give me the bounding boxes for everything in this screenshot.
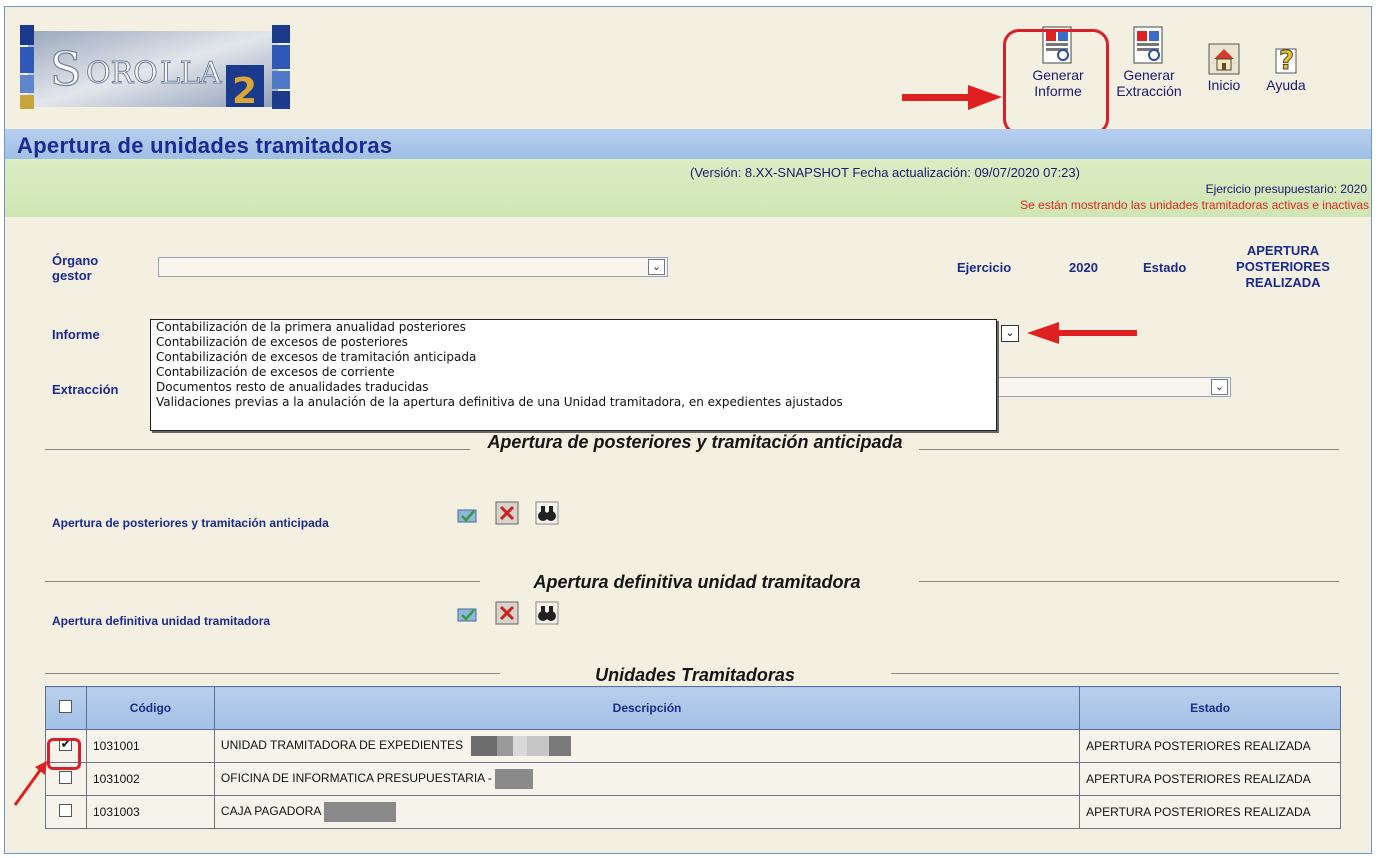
estado-value: APERTURA POSTERIORES REALIZADA xyxy=(1236,243,1330,290)
informe-label: Informe xyxy=(52,327,100,342)
divider xyxy=(919,581,1339,582)
informe-option[interactable]: Contabilización de excesos de tramitació… xyxy=(151,350,996,365)
generar-extraccion-button[interactable]: Generar Extracción xyxy=(1108,25,1190,99)
descripcion-cell: UNIDAD TRAMITADORA DE EXPEDIENTES xyxy=(213,729,1081,763)
codigo-cell: 1031001 xyxy=(85,729,215,763)
select-all-header[interactable] xyxy=(45,686,87,730)
apply-icon[interactable] xyxy=(457,605,479,625)
ejercicio-label: Ejercicio xyxy=(957,260,1012,275)
estado-header[interactable]: Estado xyxy=(1079,686,1341,730)
codigo-cell: 1031003 xyxy=(85,795,215,829)
section-title-posteriores: Apertura de posteriores y tramitación an… xyxy=(487,432,903,452)
binoculars-icon[interactable] xyxy=(535,601,559,625)
ejercicio-value: 2020 xyxy=(1069,260,1098,275)
divider xyxy=(45,449,470,450)
sorolla2-logo: S ORO LLA 2 xyxy=(20,25,292,113)
chevron-down-icon[interactable]: ⌄ xyxy=(1211,379,1228,395)
table-row[interactable]: 1031003 CAJA PAGADORA APERTURA POSTERIOR… xyxy=(45,795,1341,829)
divider xyxy=(45,581,480,582)
informe-option[interactable]: Validaciones previas a la anulación de l… xyxy=(151,395,996,410)
unidades-table: Código Descripción Estado 1031001 UNIDAD… xyxy=(45,686,1341,829)
codigo-header[interactable]: Código xyxy=(85,686,215,730)
informe-chevron-down-icon[interactable]: ⌄ xyxy=(1001,325,1019,342)
help-icon: ? xyxy=(1275,46,1297,75)
definitiva-action-label: Apertura definitiva unidad tramitadora xyxy=(52,614,271,628)
cancel-icon[interactable] xyxy=(495,501,519,525)
arrow-annotation-icon xyxy=(902,85,1002,110)
home-icon xyxy=(1208,43,1240,75)
row-checkbox[interactable] xyxy=(59,804,73,817)
arrow-annotation-icon xyxy=(1027,322,1137,344)
table-row[interactable]: 1031002 OFICINA DE INFORMATICA PRESUPUES… xyxy=(45,762,1341,796)
version-text: (Versión: 8.XX-SNAPSHOT Fecha actualizac… xyxy=(690,165,1080,180)
informe-option[interactable]: Documentos resto de anualidades traducid… xyxy=(151,380,996,395)
extraction-icon xyxy=(1133,26,1163,64)
descripcion-header[interactable]: Descripción xyxy=(213,686,1081,730)
highlight-box xyxy=(1003,29,1109,135)
redacted-block xyxy=(495,769,534,789)
divider xyxy=(919,449,1339,450)
informe-option[interactable]: Contabilización de la primera anualidad … xyxy=(151,320,996,335)
chevron-down-icon[interactable]: ⌄ xyxy=(648,259,665,275)
ayuda-button[interactable]: ? Ayuda xyxy=(1258,41,1314,94)
select-all-checkbox[interactable] xyxy=(59,700,73,713)
descripcion-cell: CAJA PAGADORA xyxy=(213,795,1081,829)
svg-text:LLA: LLA xyxy=(160,56,222,91)
redacted-block xyxy=(470,736,571,756)
estado-cell: APERTURA POSTERIORES REALIZADA xyxy=(1079,729,1341,763)
app-frame: S ORO LLA 2 Generar Informe Generar Extr… xyxy=(4,6,1372,854)
divider xyxy=(45,673,500,674)
ayuda-label: Ayuda xyxy=(1266,77,1306,93)
extraccion-label: Extracción xyxy=(52,382,119,397)
informe-option[interactable]: Contabilización de excesos de corriente xyxy=(151,365,996,380)
divider xyxy=(891,673,1339,674)
checkbox-highlight-box xyxy=(47,738,81,770)
binoculars-icon[interactable] xyxy=(535,501,559,525)
svg-text:?: ? xyxy=(1279,46,1294,75)
inicio-label: Inicio xyxy=(1207,77,1241,93)
organo-gestor-select[interactable]: ⌄ xyxy=(158,257,668,277)
table-row[interactable]: 1031001 UNIDAD TRAMITADORA DE EXPEDIENTE… xyxy=(45,729,1341,763)
estado-cell: APERTURA POSTERIORES REALIZADA xyxy=(1079,795,1341,829)
table-header-row: Código Descripción Estado xyxy=(45,686,1341,730)
estado-label: Estado xyxy=(1143,260,1187,275)
codigo-cell: 1031002 xyxy=(85,762,215,796)
descripcion-text: OFICINA DE INFORMATICA PRESUPUESTARIA - xyxy=(220,771,492,786)
estado-cell: APERTURA POSTERIORES REALIZADA xyxy=(1079,762,1341,796)
descripcion-text: UNIDAD TRAMITADORA DE EXPEDIENTES xyxy=(220,738,464,753)
arrow-annotation-icon xyxy=(13,761,47,806)
posteriores-action-label: Apertura de posteriores y tramitación an… xyxy=(52,516,329,530)
apply-icon[interactable] xyxy=(457,506,479,526)
section-title-definitiva: Apertura definitiva unidad tramitadora xyxy=(533,572,861,592)
ejercicio-presupuestario-text: Ejercicio presupuestario: 2020 xyxy=(1205,182,1367,196)
row-checkbox-cell[interactable] xyxy=(45,795,87,829)
generar-extraccion-label: Generar Extracción xyxy=(1116,67,1182,99)
svg-text:ORO: ORO xyxy=(86,56,158,91)
informe-option[interactable]: Contabilización de excesos de posteriore… xyxy=(151,335,996,350)
descripcion-text: CAJA PAGADORA xyxy=(220,804,321,819)
inicio-button[interactable]: Inicio xyxy=(1201,43,1247,93)
page-title: Apertura de unidades tramitadoras xyxy=(17,133,393,158)
redacted-block xyxy=(324,802,397,822)
organo-gestor-label: Órgano gestor xyxy=(52,253,99,283)
descripcion-cell: OFICINA DE INFORMATICA PRESUPUESTARIA - xyxy=(213,762,1081,796)
cancel-icon[interactable] xyxy=(495,601,519,625)
warning-text: Se están mostrando las unidades tramitad… xyxy=(1020,198,1369,212)
svg-text:2: 2 xyxy=(232,71,257,112)
informe-dropdown-list[interactable]: Contabilización de la primera anualidad … xyxy=(150,319,997,431)
row-checkbox[interactable] xyxy=(59,771,73,784)
svg-text:S: S xyxy=(50,42,82,96)
section-title-unidades: Unidades Tramitadoras xyxy=(595,665,795,685)
